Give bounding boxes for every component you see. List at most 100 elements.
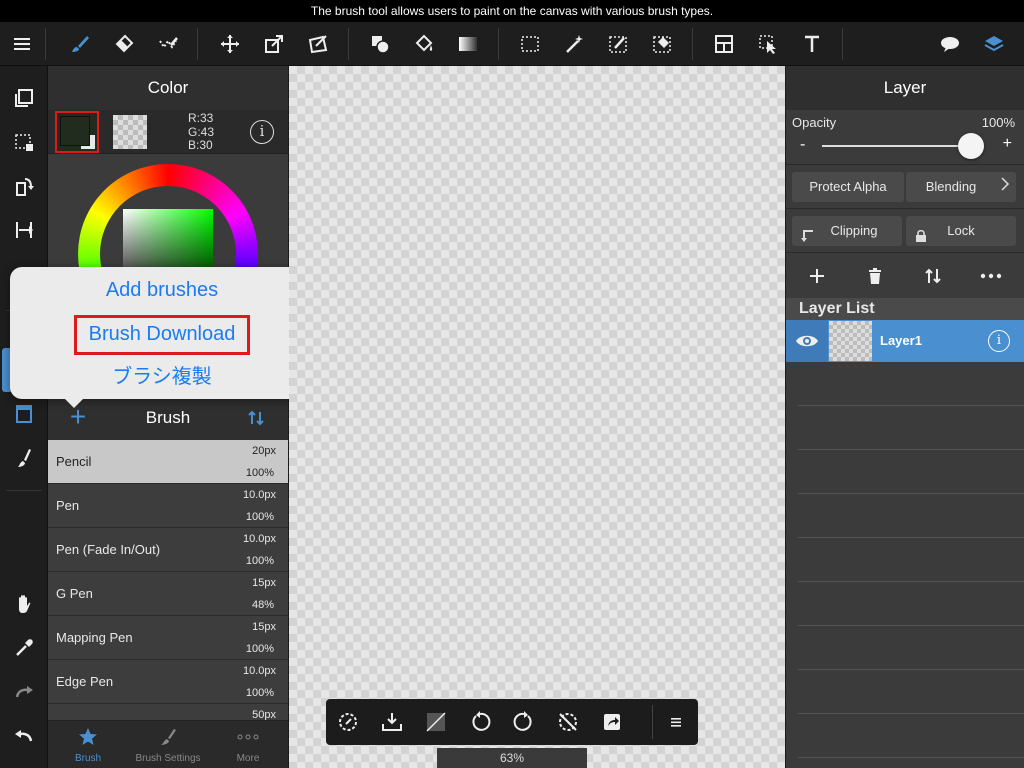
selection-layer-icon[interactable] [4,122,44,162]
brush-name: Mapping Pen [56,630,133,645]
select-pen-icon[interactable] [598,22,638,66]
brush-icon[interactable] [60,22,100,66]
brush-name: G Pen [56,586,93,601]
brush-panel-tabs: Brush Brush Settings More [48,720,288,768]
lock-button[interactable]: Lock [906,216,1016,246]
eraser-icon[interactable] [104,22,144,66]
opacity-value: 100% [981,115,1015,130]
clipping-label: Clipping [830,223,878,238]
brush-panel-icon[interactable] [4,438,44,478]
opacity-slider-knob[interactable] [958,133,984,159]
brush-item-pencil[interactable]: Pencil 20px 100% [48,440,288,484]
move-icon[interactable] [210,22,250,66]
canvas-menu-icon[interactable] [656,703,696,741]
brush-item-pen[interactable]: Pen 10.0px 100% [48,484,288,528]
brush-item-partial[interactable]: 50px [48,704,288,720]
comment-icon[interactable] [930,22,970,66]
star-icon [48,721,128,753]
brush-item-pen-fade[interactable]: Pen (Fade In/Out) 10.0px 100% [48,528,288,572]
layer-panel-title: Layer [786,66,1024,110]
brush-item-mapping-pen[interactable]: Mapping Pen 15px 100% [48,616,288,660]
brush-size: 20px [252,445,276,457]
canvas-bottom-toolbar [326,699,698,745]
tab-brush[interactable]: Brush [48,721,128,768]
status-caption: The brush tool allows users to paint on … [0,0,1024,22]
color-panel-title: Color [48,66,288,110]
layer-row[interactable]: Layer1 i [786,320,1024,362]
smudge-icon[interactable] [148,22,188,66]
brush-opacity: 48% [251,599,274,611]
brush-name: Pen (Fade In/Out) [56,542,161,557]
save-icon[interactable] [372,703,412,741]
hand-icon[interactable] [4,584,44,624]
rotate-left-icon[interactable] [460,703,500,741]
opacity-increase-button[interactable]: + [1003,135,1012,153]
text-icon[interactable] [792,22,832,66]
brush-item-edge-pen[interactable]: Edge Pen 10.0px 100% [48,660,288,704]
main-color-swatch[interactable] [55,111,99,153]
tab-more[interactable]: More [208,721,288,768]
opacity-decrease-button[interactable]: - [800,136,805,154]
redo-icon[interactable] [4,672,44,712]
select-rect-icon[interactable] [510,22,550,66]
brush-panel: + Brush Pencil 20px 100% Pen 10.0px 100%… [48,396,288,768]
operation-icon[interactable] [748,22,788,66]
flip-icon[interactable] [4,210,44,250]
brush-size: 10.0px [242,533,276,545]
layer-info-button[interactable]: i [988,330,1010,352]
sort-icon[interactable] [246,408,266,428]
select-eraser-icon[interactable] [642,22,682,66]
brush-opacity: 100% [245,643,274,655]
tab-label: More [236,753,260,764]
frame-divide-icon[interactable] [704,22,744,66]
chevron-right-icon [1000,172,1010,202]
delete-layer-icon[interactable] [861,262,889,290]
opacity-slider-track[interactable] [822,145,972,147]
transform-icon[interactable] [254,22,294,66]
deform-icon[interactable] [298,22,338,66]
magic-wand-icon[interactable] [554,22,594,66]
clipping-button[interactable]: Clipping [792,216,902,246]
duplicate-icon[interactable] [4,78,44,118]
rotate-reset-icon[interactable] [328,703,368,741]
menu-icon[interactable] [2,22,42,66]
fill-icon[interactable] [404,22,444,66]
reset-view-icon[interactable] [548,703,588,741]
brush-size: 10.0px [242,489,276,501]
undo-icon[interactable] [4,716,44,756]
brush-item-g-pen[interactable]: G Pen 15px 48% [48,572,288,616]
green-value: G:43 [188,124,215,139]
gradient-icon[interactable] [448,22,488,66]
lock-label: Lock [947,223,975,238]
shape-icon[interactable] [360,22,400,66]
layers-icon[interactable] [974,22,1014,66]
transparent-color-swatch[interactable] [113,115,147,149]
add-brushes-option[interactable]: Add brushes [10,277,314,303]
brush-size: 10.0px [242,665,276,677]
visibility-eye-icon[interactable] [786,320,828,362]
brush-opacity: 100% [245,555,274,567]
blending-button[interactable]: Blending [906,172,1016,202]
zoom-level: 63% [437,748,587,768]
color-info-button[interactable]: i [250,120,274,144]
drawing-canvas[interactable] [289,66,785,768]
rotate-right-icon[interactable] [504,703,544,741]
top-toolbar [0,22,1024,66]
duplicate-brush-option[interactable]: ブラシ複製 [10,364,314,390]
tab-brush-settings[interactable]: Brush Settings [128,721,208,768]
color-panel-icon[interactable] [4,394,44,434]
add-layer-icon[interactable] [803,262,831,290]
blue-value: B:30 [188,138,213,152]
brush-download-option[interactable]: Brush Download [10,321,314,347]
brush-list: Pencil 20px 100% Pen 10.0px 100% Pen (Fa… [48,440,288,720]
more-icon [208,721,288,753]
clear-icon[interactable] [416,703,456,741]
brush-opacity: 100% [245,687,274,699]
eyedropper-icon[interactable] [4,628,44,668]
share-icon[interactable] [592,703,632,741]
reorder-layer-icon[interactable] [919,262,947,290]
rotate-icon[interactable] [4,166,44,206]
protect-alpha-button[interactable]: Protect Alpha [792,172,904,202]
more-options-icon[interactable] [977,262,1005,290]
layer-thumbnail [829,321,872,361]
